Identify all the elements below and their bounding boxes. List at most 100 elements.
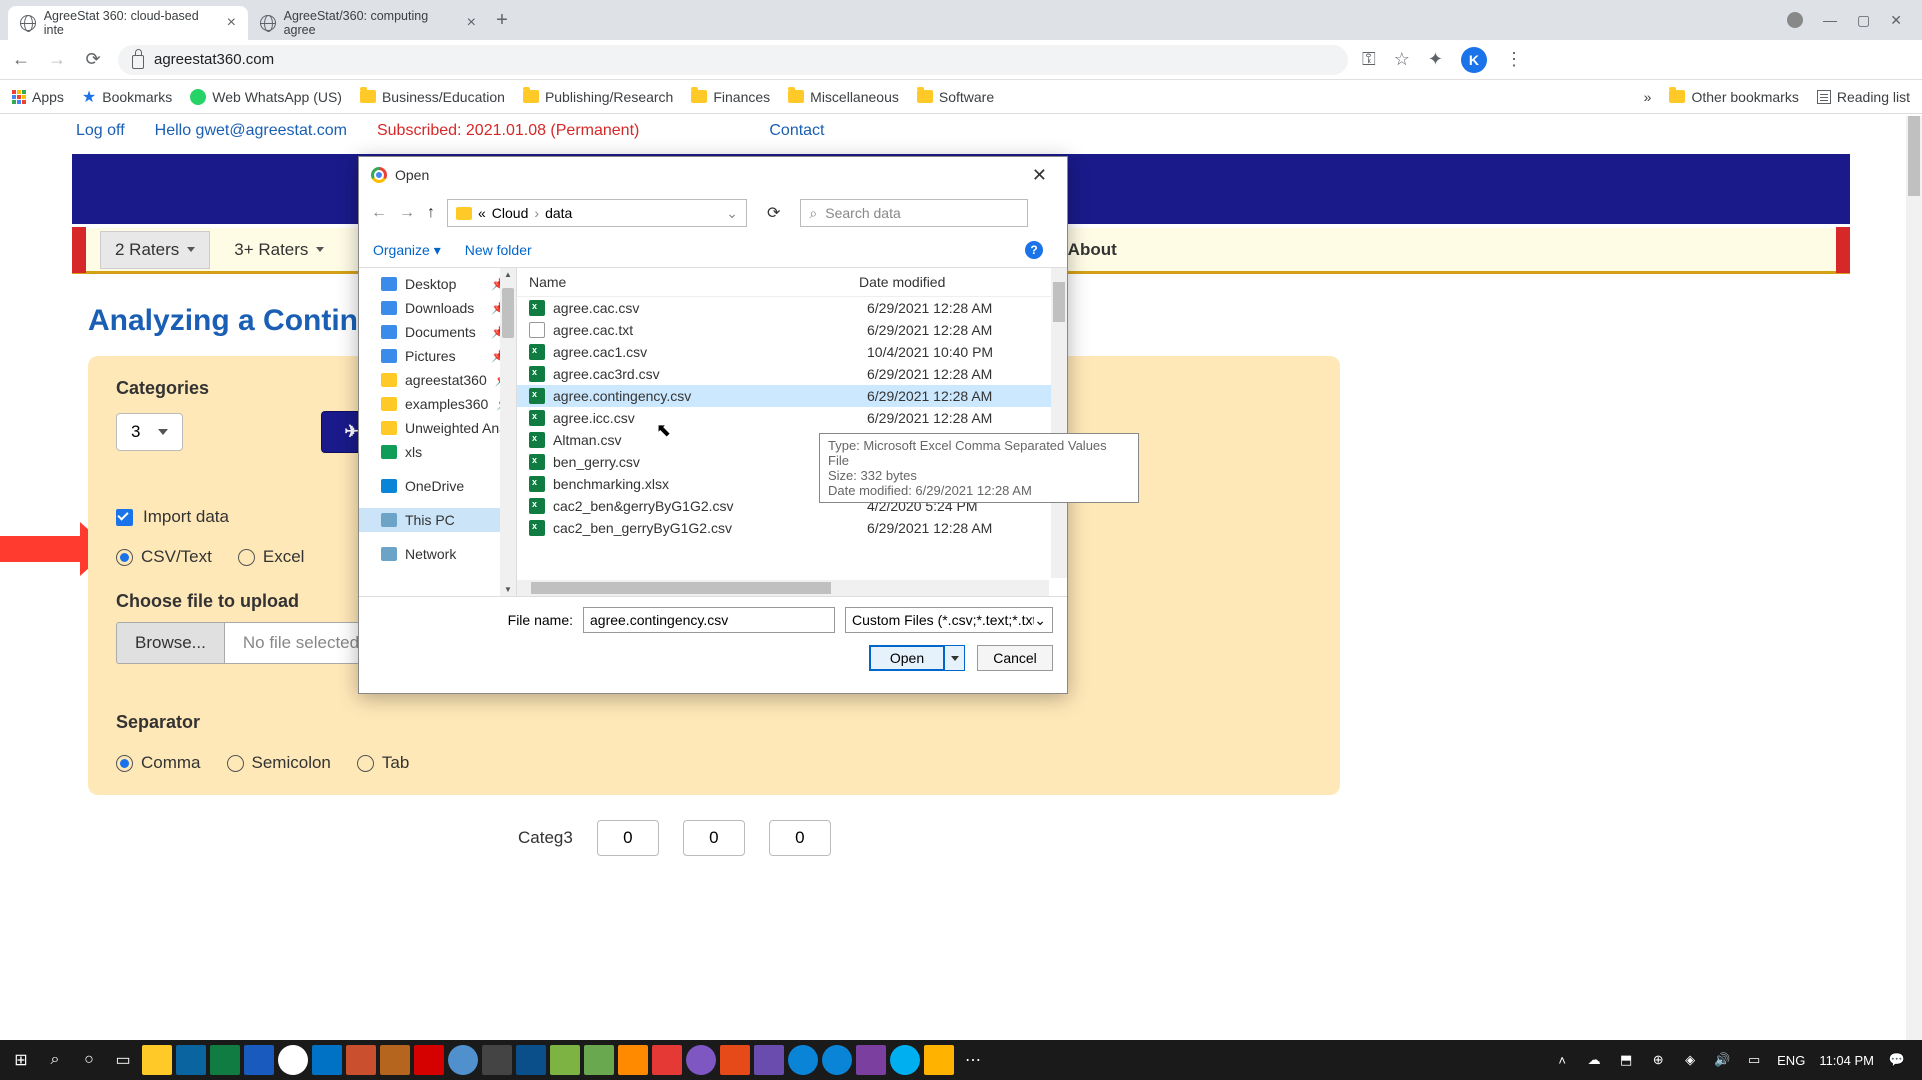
app-icon[interactable] — [584, 1045, 614, 1075]
cancel-button[interactable]: Cancel — [977, 645, 1053, 671]
three-raters-dropdown[interactable]: 3+ Raters — [220, 232, 338, 268]
help-icon[interactable]: ? — [1025, 241, 1043, 259]
path-breadcrumb[interactable]: « Cloud › data ⌄ — [447, 199, 747, 227]
word-icon[interactable] — [244, 1045, 274, 1075]
contact-link[interactable]: Contact — [769, 122, 824, 140]
apps-button[interactable]: Apps — [12, 89, 64, 105]
key-icon[interactable]: ⚿ — [1362, 49, 1376, 70]
app-icon[interactable] — [516, 1045, 546, 1075]
app-icon[interactable] — [346, 1045, 376, 1075]
explorer-icon[interactable] — [142, 1045, 172, 1075]
app-icon[interactable] — [924, 1045, 954, 1075]
filezilla-icon[interactable] — [414, 1045, 444, 1075]
close-tab-icon[interactable]: × — [467, 14, 476, 32]
filetype-select[interactable]: Custom Files (*.csv;*.text;*.txt;*.c⌄ — [845, 607, 1053, 633]
excel-radio[interactable]: Excel — [238, 547, 305, 567]
file-scrollbar-h[interactable] — [517, 580, 1049, 596]
r-icon[interactable] — [448, 1045, 478, 1075]
preview-icon[interactable]: ▥ — [999, 242, 1011, 258]
cell-input[interactable] — [769, 820, 831, 856]
organize-button[interactable]: Organize ▾ — [373, 242, 441, 259]
menu-icon[interactable]: ⋮ — [1505, 49, 1523, 70]
overflow-icon[interactable]: ⋯ — [958, 1045, 988, 1075]
browse-button[interactable]: Browse... — [116, 622, 225, 664]
profile-icon[interactable] — [1787, 12, 1803, 28]
column-date[interactable]: Date modified — [859, 274, 1009, 290]
reading-list[interactable]: Reading list — [1817, 89, 1910, 105]
mail-icon[interactable] — [176, 1045, 206, 1075]
csv-radio[interactable]: CSV/Text — [116, 547, 212, 567]
volume-icon[interactable]: 🔊 — [1713, 1052, 1731, 1068]
maximize-icon[interactable]: ▢ — [1857, 12, 1870, 29]
browser-tab-active[interactable]: AgreeStat 360: cloud-based inte × — [8, 6, 248, 40]
wifi-icon[interactable]: ◈ — [1681, 1052, 1699, 1068]
sidebar-scrollbar[interactable]: ▲▼ — [500, 268, 516, 596]
forward-icon[interactable]: → — [46, 49, 68, 70]
battery-icon[interactable]: ▭ — [1745, 1052, 1763, 1068]
refresh-icon[interactable]: ⟳ — [759, 203, 788, 223]
view-icon[interactable]: ≣ ▾ — [964, 242, 985, 258]
forward-icon[interactable]: → — [399, 204, 415, 222]
file-row[interactable]: agree.icc.csv6/29/2021 12:28 AM — [517, 407, 1067, 429]
logoff-link[interactable]: Log off — [76, 122, 125, 140]
skype-icon[interactable] — [890, 1045, 920, 1075]
sidebar-item[interactable]: Downloads📌 — [359, 296, 516, 320]
file-row[interactable]: agree.cac.csv6/29/2021 12:28 AM — [517, 297, 1067, 319]
back-icon[interactable]: ← — [10, 49, 32, 70]
file-row[interactable]: agree.contingency.csv6/29/2021 12:28 AM — [517, 385, 1067, 407]
back-icon[interactable]: ← — [371, 204, 387, 222]
column-name[interactable]: Name — [529, 274, 859, 290]
app-icon[interactable] — [822, 1045, 852, 1075]
bookmark-folder[interactable]: Business/Education — [360, 89, 505, 105]
app-icon[interactable] — [550, 1045, 580, 1075]
app-icon[interactable] — [482, 1045, 512, 1075]
two-raters-dropdown[interactable]: 2 Raters — [100, 231, 210, 269]
file-row[interactable]: agree.cac1.csv10/4/2021 10:40 PM — [517, 341, 1067, 363]
sidebar-item[interactable]: agreestat360📌 — [359, 368, 516, 392]
language-indicator[interactable]: ENG — [1777, 1053, 1805, 1068]
extensions-icon[interactable]: ✦ — [1428, 49, 1443, 70]
app-icon[interactable] — [754, 1045, 784, 1075]
bookmark-folder[interactable]: Publishing/Research — [523, 89, 673, 105]
browser-tab[interactable]: AgreeStat/360: computing agree × — [248, 6, 488, 40]
bookmark-folder[interactable]: Software — [917, 89, 994, 105]
close-window-icon[interactable]: ✕ — [1890, 12, 1902, 29]
file-scrollbar-v[interactable] — [1051, 268, 1067, 578]
start-button[interactable]: ⊞ — [6, 1045, 36, 1075]
sidebar-item[interactable]: Unweighted Ana📌 — [359, 416, 516, 440]
chrome-icon[interactable] — [278, 1045, 308, 1075]
sidebar-item[interactable]: Documents📌 — [359, 320, 516, 344]
file-list-header[interactable]: Name Date modified — [517, 268, 1067, 297]
sidebar-item[interactable]: OneDrive — [359, 474, 516, 498]
app-icon[interactable] — [652, 1045, 682, 1075]
task-view-icon[interactable]: ▭ — [108, 1045, 138, 1075]
semicolon-radio[interactable]: Semicolon — [227, 753, 331, 773]
edge-icon[interactable] — [788, 1045, 818, 1075]
star-icon[interactable]: ☆ — [1394, 49, 1410, 70]
new-tab-button[interactable]: + — [488, 9, 516, 32]
tab-radio[interactable]: Tab — [357, 753, 409, 773]
chevron-down-icon[interactable]: ⌄ — [726, 205, 738, 222]
bookmarks-overflow[interactable]: » — [1644, 89, 1652, 105]
file-row[interactable]: agree.cac3rd.csv6/29/2021 12:28 AM — [517, 363, 1067, 385]
app-icon[interactable] — [380, 1045, 410, 1075]
file-row[interactable]: cac2_ben_gerryByG1G2.csv6/29/2021 12:28 … — [517, 517, 1067, 539]
notifications-icon[interactable]: 💬 — [1888, 1052, 1906, 1068]
cell-input[interactable] — [683, 820, 745, 856]
close-tab-icon[interactable]: × — [227, 14, 236, 32]
search-icon[interactable]: ⌕ — [40, 1045, 70, 1075]
tray-icon[interactable]: ☁ — [1585, 1052, 1603, 1068]
sidebar-item[interactable]: Desktop📌 — [359, 272, 516, 296]
bookmark-item[interactable]: Web WhatsApp (US) — [190, 89, 342, 105]
url-field[interactable]: agreestat360.com — [118, 45, 1348, 75]
open-dropdown[interactable] — [945, 645, 965, 671]
tray-icon[interactable]: ⊕ — [1649, 1052, 1667, 1068]
hello-link[interactable]: Hello gwet@agreestat.com — [155, 122, 347, 140]
app-icon[interactable] — [618, 1045, 648, 1075]
app-icon[interactable] — [856, 1045, 886, 1075]
comma-radio[interactable]: Comma — [116, 753, 201, 773]
file-row[interactable]: agree.cac.txt6/29/2021 12:28 AM — [517, 319, 1067, 341]
categories-select[interactable]: 3 — [116, 413, 183, 451]
new-folder-button[interactable]: New folder — [465, 242, 532, 258]
bookmark-folder[interactable]: Finances — [691, 89, 770, 105]
